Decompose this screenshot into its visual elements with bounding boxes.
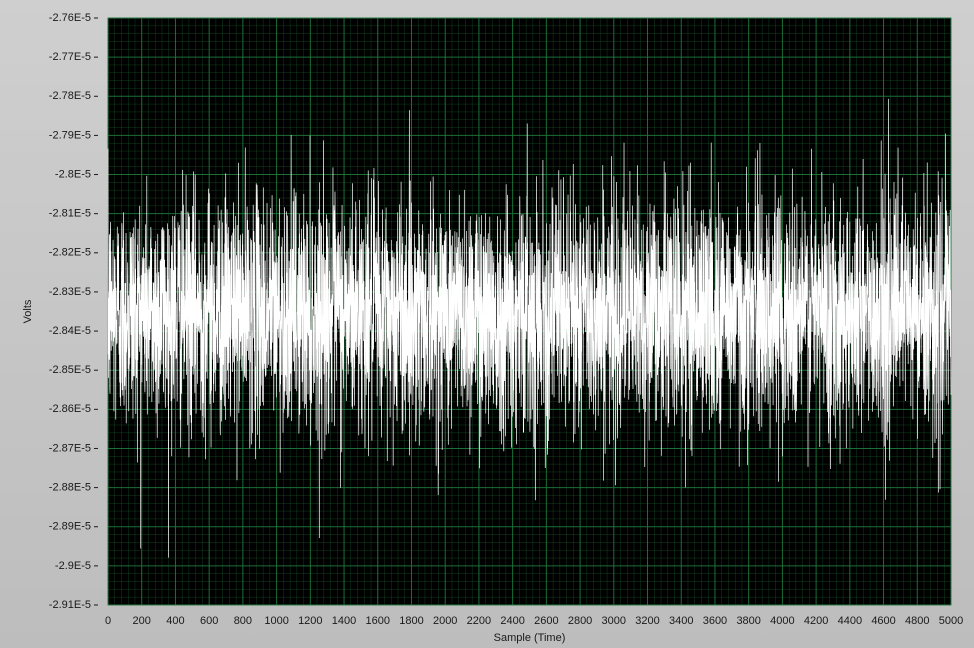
x-tick-label: 4600: [871, 615, 895, 627]
y-tick-label: -2.82E-5: [49, 247, 91, 259]
x-tick-label: 3800: [736, 615, 760, 627]
chart-window: -2.76E-5 -2.77E-5 -2.78E-5 -2.79E-5 -2.8E-5 -…: [0, 0, 974, 648]
y-tick-label: -2.87E-5: [49, 442, 91, 454]
x-tick-label: 800: [234, 615, 252, 627]
x-tick-label: 0: [105, 615, 111, 627]
y-tick-label: -2.8E-5: [55, 168, 91, 180]
x-tick-label: 3600: [703, 615, 727, 627]
x-tick-label: 1400: [332, 615, 356, 627]
y-tick-label: -2.76E-5: [49, 12, 91, 24]
x-axis-ticks: 0 200 400 600 800 1000 1200 1400 1600 1800 2000 220…: [105, 615, 963, 627]
y-tick-label: -2.91E-5: [49, 599, 91, 611]
x-tick-label: 2400: [500, 615, 524, 627]
x-tick-label: 200: [133, 615, 151, 627]
x-tick-label: 3200: [635, 615, 659, 627]
x-tick-label: 4200: [804, 615, 828, 627]
x-axis-title: Sample (Time): [494, 632, 566, 644]
x-tick-label: 2800: [568, 615, 592, 627]
y-tick-label: -2.86E-5: [49, 403, 91, 415]
x-tick-label: 5000: [939, 615, 963, 627]
y-tick-label: -2.79E-5: [49, 129, 91, 141]
x-tick-label: 1200: [298, 615, 322, 627]
y-tick-label: -2.83E-5: [49, 286, 91, 298]
x-tick-label: 2600: [534, 615, 558, 627]
y-tick-label: -2.85E-5: [49, 364, 91, 376]
waveform-chart: -2.76E-5 -2.77E-5 -2.78E-5 -2.79E-5 -2.8E-5 -…: [22, 12, 963, 644]
x-tick-label: 4800: [905, 615, 929, 627]
x-tick-label: 4400: [838, 615, 862, 627]
x-tick-label: 400: [166, 615, 184, 627]
x-tick-label: 1800: [399, 615, 423, 627]
x-tick-label: 1600: [366, 615, 390, 627]
x-tick-label: 600: [200, 615, 218, 627]
x-tick-label: 4000: [770, 615, 794, 627]
y-tick-label: -2.78E-5: [49, 90, 91, 102]
y-tick-label: -2.84E-5: [49, 325, 91, 337]
y-tick-label: -2.9E-5: [55, 560, 91, 572]
y-tick-label: -2.77E-5: [49, 51, 91, 63]
y-axis-ticks: -2.76E-5 -2.77E-5 -2.78E-5 -2.79E-5 -2.8E-5 -…: [49, 12, 98, 611]
x-tick-label: 3000: [602, 615, 626, 627]
x-tick-label: 1000: [264, 615, 288, 627]
x-tick-label: 3400: [669, 615, 693, 627]
y-tick-label: -2.89E-5: [49, 521, 91, 533]
y-axis-title: Volts: [22, 299, 34, 323]
y-tick-label: -2.88E-5: [49, 482, 91, 494]
x-tick-label: 2200: [467, 615, 491, 627]
y-tick-label: -2.81E-5: [49, 208, 91, 220]
x-tick-label: 2000: [433, 615, 457, 627]
